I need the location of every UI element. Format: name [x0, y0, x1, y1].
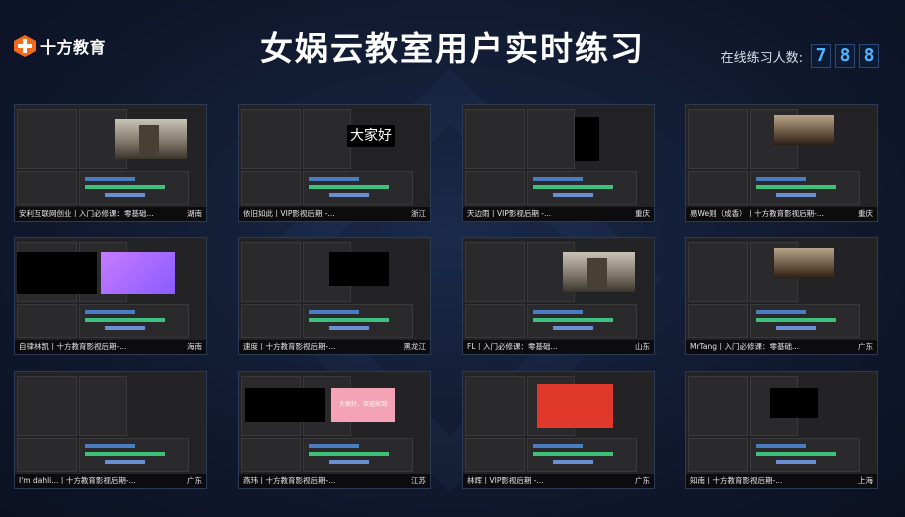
student-screen-tile[interactable]: 知南丨十方教育影视后期-... 上海 [685, 371, 878, 489]
student-location: 江苏 [411, 476, 426, 485]
student-screen-tile[interactable]: I'm dahli...丨十方教育影视后期-... 广东 [14, 371, 207, 489]
screen-preview: 大家好，欢迎来到 [239, 372, 430, 474]
student-name-course: 依旧如此丨VIP影视后期 -... [243, 209, 335, 218]
student-name-course: 知南丨十方教育影视后期-... [690, 476, 783, 485]
tile-caption: 天边雨丨VIP影视后期 -... 重庆 [463, 207, 654, 221]
student-screen-tile[interactable]: 易We则（成香）丨十方教育影视后期-... 重庆 [685, 104, 878, 222]
tile-caption: 知南丨十方教育影视后期-... 上海 [686, 474, 877, 488]
counter-digit: 8 [859, 44, 879, 68]
student-screen-tile[interactable]: 大家好依旧如此丨VIP影视后期 -... 浙江 [238, 104, 431, 222]
student-name-course: I'm dahli...丨十方教育影视后期-... [19, 476, 136, 485]
student-name-course: 燕玮丨十方教育影视后期-... [243, 476, 336, 485]
student-name-course: 林辉丨VIP影视后期 -... [467, 476, 544, 485]
counter-label: 在线练习人数: [720, 50, 803, 66]
student-location: 山东 [635, 342, 650, 351]
tile-caption: FL丨入门必修课：零基础... 山东 [463, 340, 654, 354]
online-counter: 在线练习人数: 7 8 8 [721, 44, 879, 68]
screen-preview [15, 238, 206, 340]
counter-digit: 8 [835, 44, 855, 68]
student-location: 重庆 [858, 209, 873, 218]
student-location: 上海 [858, 476, 873, 485]
screen-preview [686, 372, 877, 474]
student-location: 广东 [187, 476, 202, 485]
tile-caption: MrTang丨入门必修课：零基础... 广东 [686, 340, 877, 354]
screen-preview [686, 238, 877, 340]
student-name-course: MrTang丨入门必修课：零基础... [690, 342, 800, 351]
screen-preview [463, 238, 654, 340]
student-location: 海南 [187, 342, 202, 351]
preview-text: 大家好 [347, 125, 395, 147]
student-screen-tile[interactable]: 自律林凯丨十方教育影视后期-... 海南 [14, 237, 207, 355]
student-location: 广东 [858, 342, 873, 351]
student-name-course: 易We则（成香）丨十方教育影视后期-... [690, 209, 824, 218]
student-screen-tile[interactable]: MrTang丨入门必修课：零基础... 广东 [685, 237, 878, 355]
header: 十方教育 女娲云教室用户实时练习 在线练习人数: 7 8 8 [0, 0, 905, 96]
tile-caption: 燕玮丨十方教育影视后期-... 江苏 [239, 474, 430, 488]
student-location: 广东 [635, 476, 650, 485]
tile-caption: 依旧如此丨VIP影视后期 -... 浙江 [239, 207, 430, 221]
tile-caption: 易We则（成香）丨十方教育影视后期-... 重庆 [686, 207, 877, 221]
screen-preview [686, 105, 877, 207]
screen-preview [15, 372, 206, 474]
student-screen-tile[interactable]: 林辉丨VIP影视后期 -... 广东 [462, 371, 655, 489]
counter-digit: 7 [811, 44, 831, 68]
tile-caption: 安利互联网创业丨入门必修课：零基础... 湖南 [15, 207, 206, 221]
student-location: 黑龙江 [403, 342, 427, 351]
student-name-course: 安利互联网创业丨入门必修课：零基础... [19, 209, 154, 218]
tile-caption: 林辉丨VIP影视后期 -... 广东 [463, 474, 654, 488]
student-location: 重庆 [635, 209, 650, 218]
student-name-course: 速度丨十方教育影视后期-... [243, 342, 336, 351]
preview-text: 大家好，欢迎来到 [331, 388, 395, 422]
screen-preview [463, 372, 654, 474]
screen-preview [15, 105, 206, 207]
tile-caption: 速度丨十方教育影视后期-... 黑龙江 [239, 340, 430, 354]
student-name-course: 天边雨丨VIP影视后期 -... [467, 209, 552, 218]
student-screen-tile[interactable]: 天边雨丨VIP影视后期 -... 重庆 [462, 104, 655, 222]
screen-preview [239, 238, 430, 340]
tile-caption: 自律林凯丨十方教育影视后期-... 海南 [15, 340, 206, 354]
tile-caption: I'm dahli...丨十方教育影视后期-... 广东 [15, 474, 206, 488]
student-screen-tile[interactable]: 大家好，欢迎来到燕玮丨十方教育影视后期-... 江苏 [238, 371, 431, 489]
student-location: 浙江 [411, 209, 426, 218]
student-name-course: 自律林凯丨十方教育影视后期-... [19, 342, 127, 351]
student-screen-tile[interactable]: 速度丨十方教育影视后期-... 黑龙江 [238, 237, 431, 355]
screen-preview: 大家好 [239, 105, 430, 207]
student-screen-tile[interactable]: 安利互联网创业丨入门必修课：零基础... 湖南 [14, 104, 207, 222]
student-screen-tile[interactable]: FL丨入门必修课：零基础... 山东 [462, 237, 655, 355]
screen-preview [463, 105, 654, 207]
student-name-course: FL丨入门必修课：零基础... [467, 342, 558, 351]
student-location: 湖南 [187, 209, 202, 218]
